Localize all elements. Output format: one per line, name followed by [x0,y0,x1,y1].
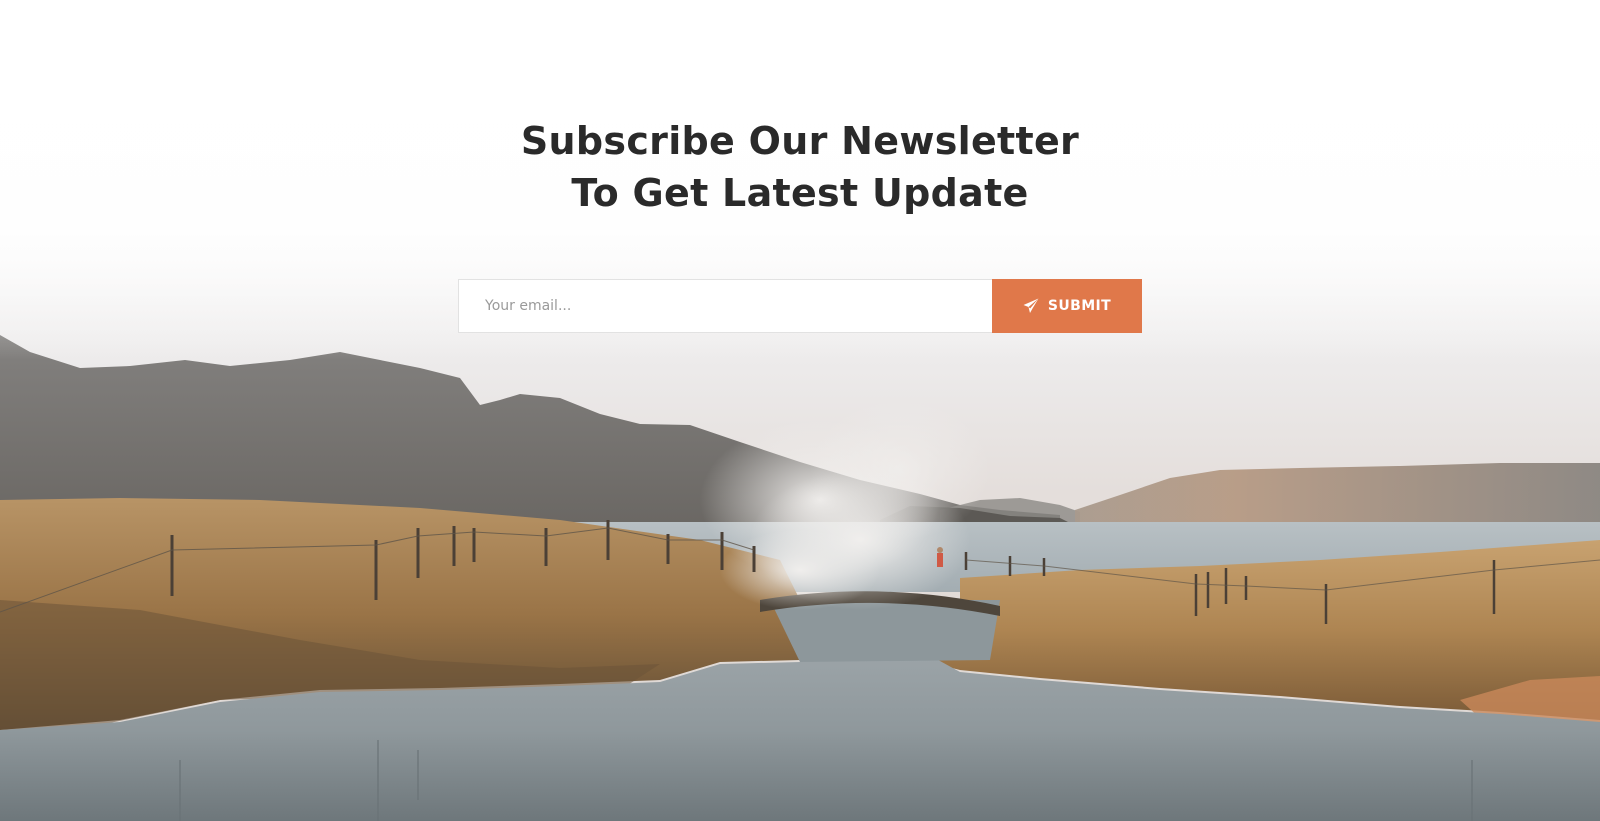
submit-button[interactable]: SUBMIT [992,279,1142,333]
title-line-1: Subscribe Our Newsletter [520,119,1080,163]
paper-plane-icon [1023,298,1039,313]
title-line-2: To Get Latest Update [571,171,1029,215]
subscribe-form: SUBMIT [458,279,1142,333]
submit-label: SUBMIT [1047,298,1112,314]
email-input[interactable] [458,279,992,333]
newsletter-title: Subscribe Our Newsletter To Get Latest U… [0,115,1600,219]
newsletter-section: Subscribe Our Newsletter To Get Latest U… [0,0,1600,821]
